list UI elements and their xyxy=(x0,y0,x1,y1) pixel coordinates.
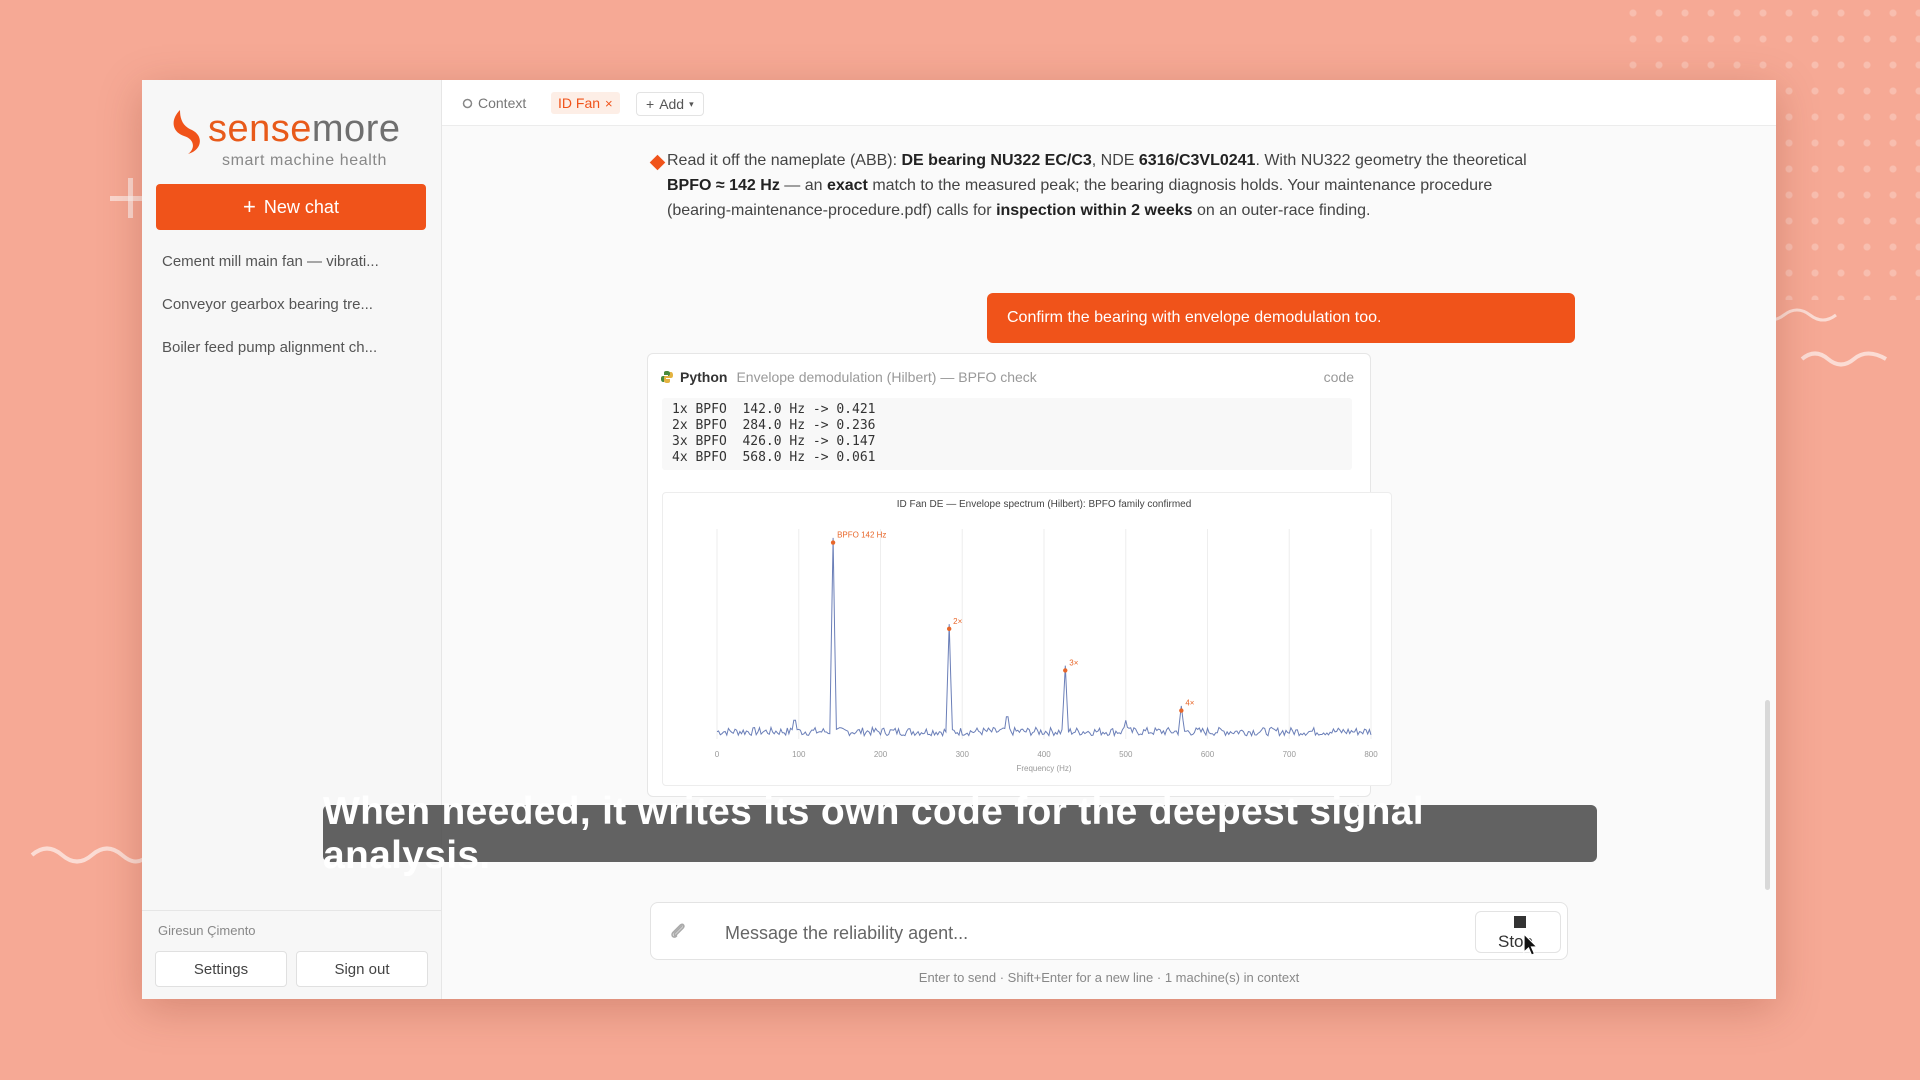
peak-label: 3× xyxy=(1069,658,1078,667)
video-caption: When needed, it writes its own code for … xyxy=(323,790,1597,877)
peak-marker xyxy=(830,540,836,545)
close-icon[interactable]: × xyxy=(605,96,613,111)
chart-x-tick-label: 200 xyxy=(874,750,888,759)
code-output-line: 3x BPFO 426.0 Hz -> 0.147 xyxy=(672,434,876,449)
python-icon xyxy=(661,371,673,383)
sidebar-footer: Giresun Çimento Settings Sign out xyxy=(142,910,441,999)
composer-hint: Enter to send · Shift+Enter for a new li… xyxy=(918,970,1300,985)
tab-context-label: Context xyxy=(478,95,527,111)
chart-x-tick-label: 400 xyxy=(1037,750,1051,759)
code-result-card: Python Envelope demodulation (Hilbert) —… xyxy=(647,353,1392,797)
gear-icon xyxy=(462,98,473,108)
assistant-marker-icon xyxy=(649,154,666,171)
chat-history-item[interactable]: Cement mill main fan — vibrati... xyxy=(162,250,422,293)
settings-button[interactable]: Settings xyxy=(155,951,287,987)
stop-button[interactable]: Stop xyxy=(1475,911,1561,953)
context-tab-bar: Context ID Fan × + Add ▾ xyxy=(442,80,1776,126)
brand-logo: sensemore smart machine health xyxy=(166,102,416,169)
add-context-button[interactable]: + Add ▾ xyxy=(636,92,704,116)
brand-mark-icon xyxy=(173,110,200,154)
peak-label: 2× xyxy=(953,617,962,626)
chat-history-list: Cement mill main fan — vibrati... Convey… xyxy=(162,250,422,379)
chart-svg: ID Fan DE — Envelope spectrum (Hilbert):… xyxy=(715,499,1378,773)
user-message-bubble: Confirm the bearing with envelope demodu… xyxy=(987,293,1575,343)
peak-marker xyxy=(1063,668,1068,673)
chevron-down-icon: ▾ xyxy=(689,98,694,109)
chart-x-tick-label: 600 xyxy=(1201,750,1215,759)
tab-machine-id-fan[interactable]: ID Fan × xyxy=(551,92,620,114)
code-output-line: 4x BPFO 568.0 Hz -> 0.061 xyxy=(672,450,876,465)
message-input[interactable] xyxy=(723,917,1447,949)
chart-x-tick-label: 0 xyxy=(715,750,720,759)
stop-icon xyxy=(1514,916,1526,928)
chat-history-item[interactable]: Boiler feed pump alignment ch... xyxy=(162,336,422,379)
chat-history-item[interactable]: Conveyor gearbox bearing tre... xyxy=(162,293,422,336)
envelope-spectrum-chart: ID Fan DE — Envelope spectrum (Hilbert):… xyxy=(662,492,1392,786)
peak-marker xyxy=(1179,708,1184,713)
code-output-line: 1x BPFO 142.0 Hz -> 0.421 xyxy=(672,402,876,417)
tab-context[interactable]: Context xyxy=(462,92,526,114)
decorative-wave-right-2 xyxy=(1800,351,1888,367)
show-code-toggle[interactable]: code xyxy=(1324,369,1354,385)
peak-label: BPFO 142 Hz xyxy=(837,531,886,540)
plus-icon: + xyxy=(243,194,256,219)
message-composer: Stop xyxy=(650,902,1568,960)
sign-out-button[interactable]: Sign out xyxy=(296,951,428,987)
code-output-line: 2x BPFO 284.0 Hz -> 0.236 xyxy=(672,418,876,433)
tab-machine-label: ID Fan xyxy=(558,95,601,111)
chart-x-axis-label: Frequency (Hz) xyxy=(1016,764,1071,773)
new-chat-button[interactable]: + New chat xyxy=(156,184,426,230)
composer-box: Stop xyxy=(650,902,1568,960)
code-title: Envelope demodulation (Hilbert) — BPFO c… xyxy=(736,369,1037,385)
chart-x-tick-label: 700 xyxy=(1283,750,1297,759)
code-language: Python xyxy=(680,369,728,385)
plus-icon: + xyxy=(646,96,655,112)
paperclip-icon[interactable] xyxy=(667,920,689,942)
chart-x-tick-label: 300 xyxy=(956,750,970,759)
chart-x-tick-label: 500 xyxy=(1119,750,1133,759)
code-output: 1x BPFO 142.0 Hz -> 0.421 2x BPFO 284.0 … xyxy=(662,398,1352,470)
peak-label: 4× xyxy=(1185,699,1194,708)
chart-title: ID Fan DE — Envelope spectrum (Hilbert):… xyxy=(897,499,1192,510)
mouse-cursor-icon xyxy=(1523,932,1539,956)
chart-x-tick-label: 800 xyxy=(1364,750,1378,759)
code-card-header: Python Envelope demodulation (Hilbert) —… xyxy=(660,366,1354,388)
new-chat-label: New chat xyxy=(263,196,339,217)
peak-marker xyxy=(946,626,952,632)
decorative-wave-left xyxy=(30,846,150,864)
chart-x-tick-label: 100 xyxy=(792,750,806,759)
brand-tagline: smart machine health xyxy=(222,152,387,169)
assistant-message: Read it off the nameplate (ABB): DE bear… xyxy=(667,152,1527,219)
brand-name: sensemore xyxy=(208,108,401,150)
add-context-label: Add xyxy=(659,96,685,112)
chat-scrollbar[interactable] xyxy=(1765,700,1770,890)
organization-name: Giresun Çimento xyxy=(158,923,256,938)
